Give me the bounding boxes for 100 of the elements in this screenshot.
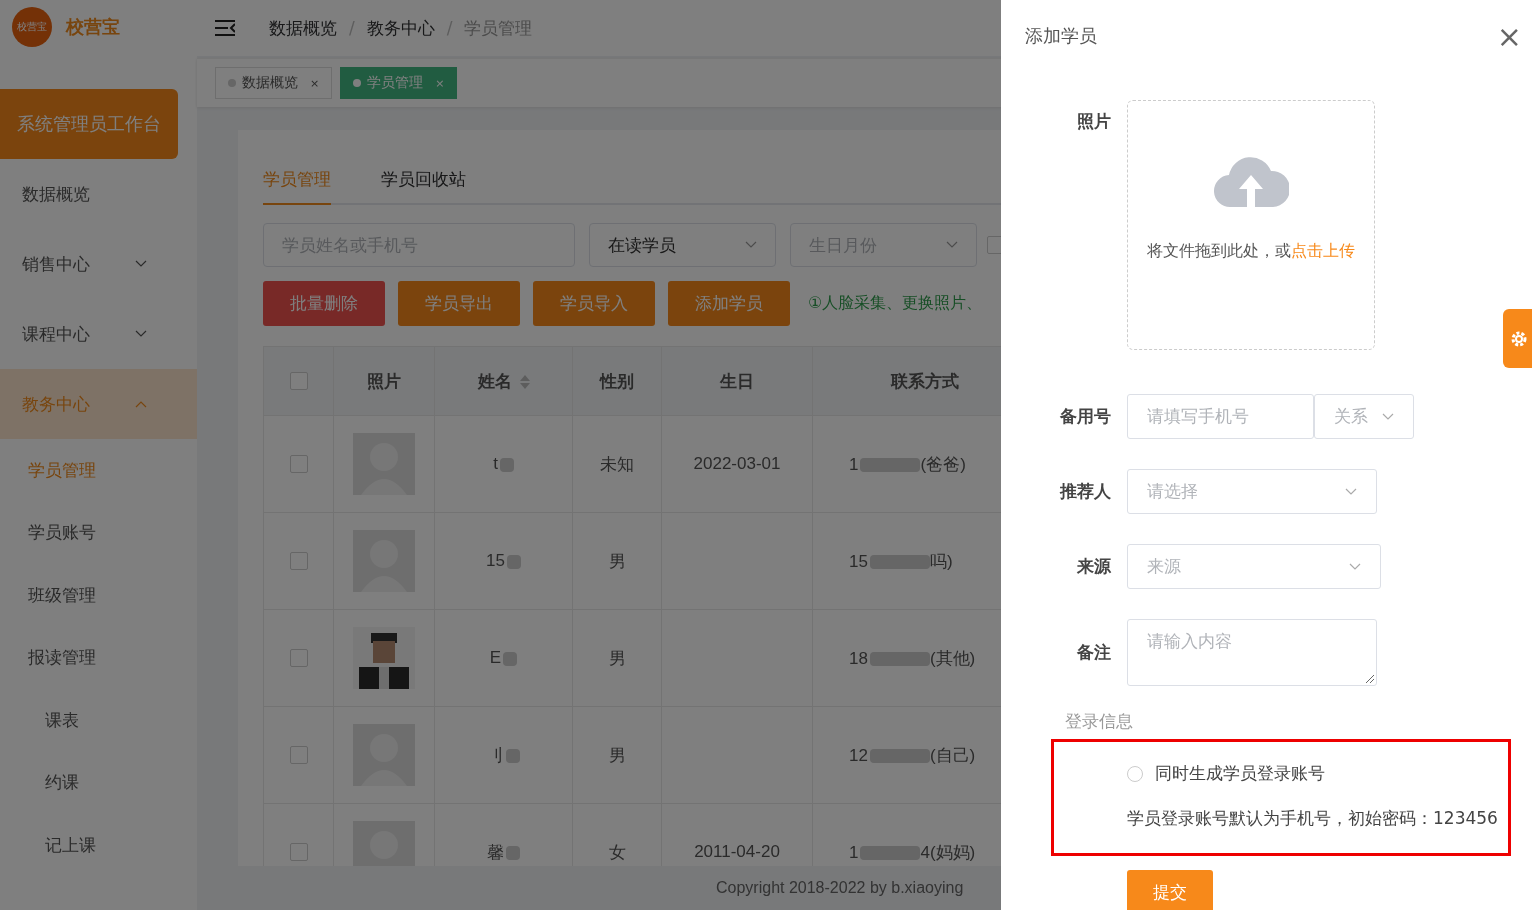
login-note: 学员登录账号默认为手机号，初始密码：123456: [1127, 807, 1499, 830]
name-cell: 馨: [487, 842, 504, 862]
redaction-mark: [860, 846, 921, 860]
logo-badge: 校营宝: [12, 7, 52, 47]
sidebar-item[interactable]: 课程中心: [0, 299, 197, 369]
sort-icon[interactable]: [519, 375, 530, 389]
field-label: 备用号: [1059, 405, 1111, 428]
redaction-mark: [506, 554, 521, 569]
gender-cell: 男: [608, 551, 626, 571]
breadcrumb-separator: /: [446, 18, 453, 38]
action-button[interactable]: 学员导出: [398, 281, 520, 326]
gender-cell: 未知: [600, 454, 634, 474]
row-checkbox[interactable]: [289, 455, 308, 473]
relation-select[interactable]: 关系: [1314, 394, 1414, 439]
redaction-mark: [869, 555, 930, 569]
sidebar-item[interactable]: 销售中心: [0, 229, 197, 299]
submit-button[interactable]: 提交: [1127, 870, 1213, 910]
redaction-mark: [506, 749, 520, 763]
select-field[interactable]: 请选择: [1127, 469, 1377, 514]
chevron-down-icon: [135, 260, 147, 268]
contact-relation: (爸爸): [920, 454, 966, 474]
birthday-cell: 2022-03-01: [693, 454, 781, 473]
copyright-text: Copyright 2018-2022 by b.xiaoying: [716, 879, 964, 897]
redaction-mark: [860, 458, 921, 472]
content-tab[interactable]: 学员管理: [263, 168, 331, 205]
redaction-mark: [503, 651, 518, 666]
chevron-down-icon: [1349, 562, 1361, 571]
breadcrumb-separator: /: [349, 18, 355, 38]
chevron-down-icon: [1382, 412, 1394, 421]
sidebar-subitem[interactable]: 报读管理: [0, 626, 197, 689]
close-button[interactable]: ×: [1490, 18, 1528, 54]
contact-cell: 1: [849, 842, 859, 862]
resize-handle-icon[interactable]: [1366, 675, 1374, 683]
sidebar-subitem[interactable]: 课表: [0, 689, 197, 752]
brand-name: 校营宝: [66, 15, 120, 39]
sidebar-subitem[interactable]: 学员管理: [0, 439, 197, 502]
workbench-button[interactable]: 系统管理员工作台: [0, 89, 178, 159]
contact-cell: 15: [849, 551, 868, 571]
gender-cell: 男: [608, 745, 626, 765]
phone-field[interactable]: 请填写手机号: [1127, 394, 1314, 439]
field-label: 照片: [1076, 110, 1111, 133]
section-title: 登录信息: [1065, 710, 1134, 733]
gender-cell: 男: [608, 648, 626, 668]
column-header: 性别: [600, 371, 634, 391]
contact-cell: 18: [849, 648, 868, 668]
radio-label[interactable]: 同时生成学员登录账号: [1155, 762, 1325, 785]
column-header: 联系方式: [891, 371, 959, 391]
status-select[interactable]: 在读学员: [589, 223, 776, 267]
settings-button[interactable]: [1503, 309, 1532, 368]
column-header: 照片: [367, 371, 401, 391]
action-button[interactable]: 添加学员: [668, 281, 790, 326]
drawer-title: 添加学员: [1025, 24, 1097, 48]
chevron-down-icon: [745, 241, 757, 249]
field-label: 备注: [1076, 641, 1111, 664]
page-tab[interactable]: 学员管理 ×: [340, 67, 458, 99]
delete-button[interactable]: 批量删除: [263, 281, 385, 326]
redaction-mark: [869, 652, 930, 666]
chevron-up-icon: [135, 400, 147, 408]
select-field[interactable]: 来源: [1127, 544, 1381, 589]
name-cell: t: [493, 454, 498, 473]
action-button[interactable]: 学员导入: [533, 281, 655, 326]
row-checkbox[interactable]: [289, 649, 308, 667]
field-label: 推荐人: [1058, 480, 1111, 503]
sidebar-item[interactable]: 教务中心: [0, 369, 197, 439]
breadcrumb-item[interactable]: 数据概览: [269, 16, 337, 40]
birthday-cell: 2011-04-20: [694, 842, 780, 861]
column-header: 生日: [720, 371, 754, 391]
chevron-down-icon: [946, 241, 958, 249]
redaction-mark: [869, 749, 930, 763]
sidebar-subitem[interactable]: 记上课: [0, 814, 197, 877]
redaction-mark: [499, 457, 514, 472]
contact-relation: 吗): [929, 551, 953, 571]
field-label: 来源: [1076, 555, 1111, 578]
menu-icon[interactable]: [215, 20, 235, 36]
select-all-checkbox[interactable]: [289, 372, 308, 390]
chevron-down-icon: [1345, 487, 1357, 496]
content-tab[interactable]: 学员回收站: [381, 168, 466, 203]
sidebar-item[interactable]: 数据概览: [0, 159, 197, 229]
contact-relation: 4(妈妈): [920, 842, 976, 862]
breadcrumb-item[interactable]: 教务中心: [366, 16, 435, 40]
row-checkbox[interactable]: [289, 843, 308, 861]
gender-cell: 女: [608, 842, 626, 862]
upload-text: 将文件拖到此处，或点击上传: [1147, 241, 1355, 262]
sidebar-subitem[interactable]: 学员账号: [0, 501, 197, 564]
name-cell: 15: [486, 551, 505, 570]
name-cell: E: [489, 648, 502, 667]
upload-area[interactable]: 将文件拖到此处，或点击上传: [1127, 100, 1375, 350]
contact-relation: (其他): [929, 648, 976, 668]
contact-relation: (自己): [929, 745, 976, 765]
sidebar-subitem[interactable]: 班级管理: [0, 564, 197, 627]
remark-field[interactable]: 请输入内容: [1127, 619, 1377, 686]
contact-cell: 12: [849, 745, 868, 765]
contact-cell: 1: [849, 454, 859, 474]
page-tab[interactable]: 数据概览 ×: [215, 67, 333, 99]
sidebar-subitem[interactable]: 约课: [0, 751, 197, 814]
name-cell: 刂: [487, 745, 504, 765]
row-checkbox[interactable]: [289, 552, 308, 570]
upload-link[interactable]: 点击上传: [1291, 241, 1355, 260]
row-checkbox[interactable]: [289, 746, 308, 764]
column-header[interactable]: 姓名: [477, 371, 512, 391]
